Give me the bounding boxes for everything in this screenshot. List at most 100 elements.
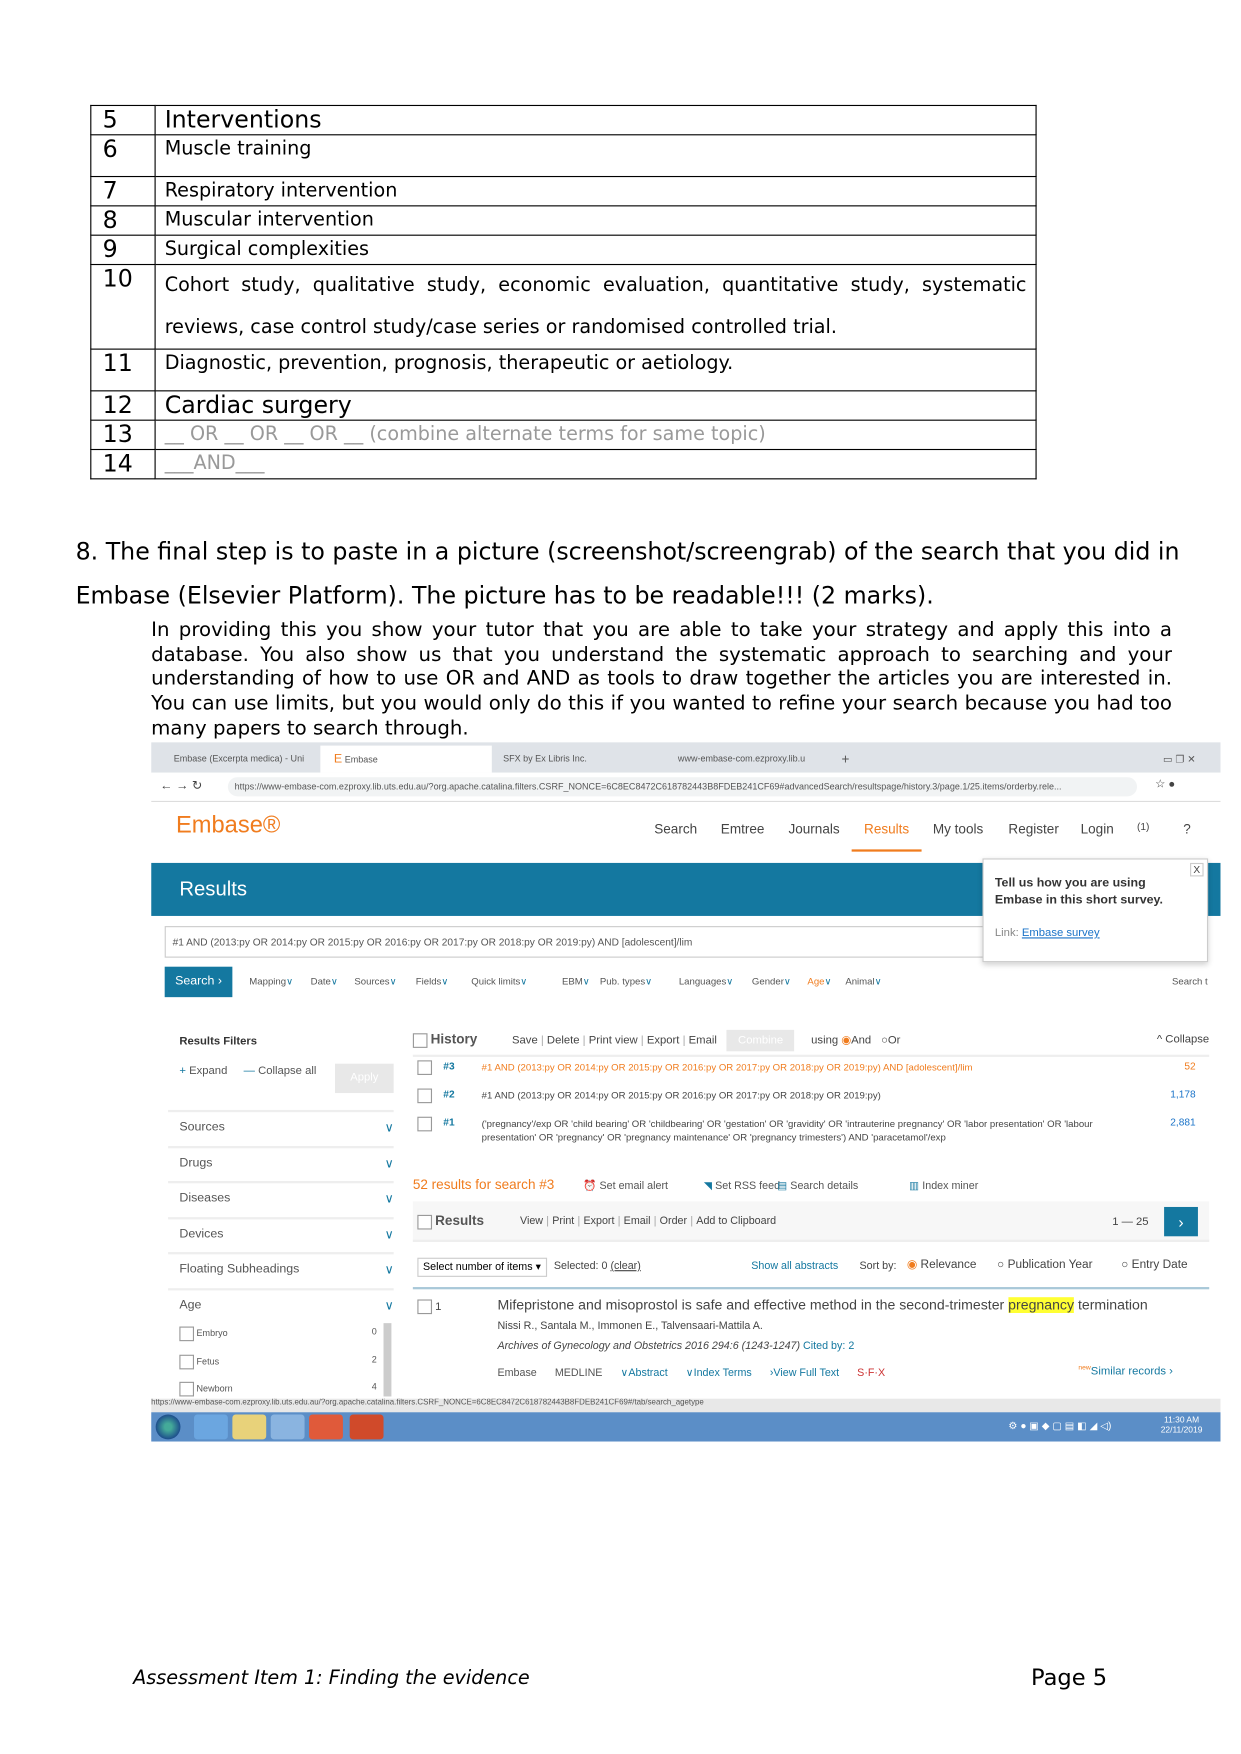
next-page-button[interactable]: › — [1164, 1206, 1198, 1237]
age-filter-item[interactable]: Newborn 4 — [179, 1381, 377, 1397]
record-title[interactable]: Mifepristone and misoprostol is safe and… — [497, 1297, 1148, 1313]
result-count-link[interactable]: 52 — [1184, 1060, 1195, 1071]
system-tray-icons[interactable]: ⚙ ● ▣ ◆ ▢ ▤ ◧ ◢ ◁) — [1008, 1420, 1111, 1432]
bookmark-star-icon[interactable]: ☆ ● — [1155, 778, 1175, 790]
checkbox[interactable] — [179, 1381, 195, 1397]
filter-age[interactable]: Age ∨ — [179, 1298, 393, 1313]
close-icon[interactable]: X — [1190, 862, 1204, 877]
nav-search[interactable]: Search — [654, 821, 697, 837]
limit-ebm[interactable]: EBM∨ — [562, 976, 590, 988]
result-count-link[interactable]: 1,178 — [1170, 1089, 1195, 1100]
history-action-save[interactable]: Save — [512, 1034, 538, 1046]
nav-results[interactable]: Results — [864, 821, 909, 837]
filter-floating-subheadings[interactable]: Floating Subheadings ∨ — [179, 1262, 393, 1277]
result-count-link[interactable]: 2,881 — [1170, 1117, 1195, 1128]
history-row-checkbox[interactable] — [417, 1088, 433, 1104]
powerpoint-icon[interactable] — [349, 1414, 384, 1440]
clock[interactable]: 11:30 AM 22/11/2019 — [1161, 1415, 1203, 1435]
results-action-order[interactable]: Order — [660, 1215, 687, 1227]
record-checkbox[interactable] — [417, 1299, 433, 1315]
history-action-print-view[interactable]: Print view — [589, 1034, 638, 1046]
expand-button[interactable]: + Expand — [179, 1065, 227, 1077]
browser-tab[interactable]: SFX by Ex Libris Inc. — [490, 746, 661, 773]
checkbox[interactable] — [179, 1326, 195, 1342]
results-action-email[interactable]: Email — [624, 1215, 651, 1227]
limit-languages[interactable]: Languages∨ — [679, 976, 733, 988]
cited-by-link[interactable]: Cited by: 2 — [803, 1340, 854, 1352]
browser-tab-active[interactable]: E Embase — [320, 745, 492, 773]
record-link[interactable]: S·F·X — [857, 1367, 885, 1379]
sort-publication-year-radio[interactable]: ○ Publication Year — [997, 1258, 1092, 1272]
query-input[interactable]: #1 AND (2013:py OR 2014:py OR 2015:py OR… — [164, 926, 998, 958]
limit-quick-limits[interactable]: Quick limits∨ — [471, 976, 527, 988]
record-link[interactable]: ∨Abstract — [621, 1367, 668, 1379]
media-player-icon[interactable] — [270, 1414, 305, 1440]
search-button[interactable]: Search › — [164, 966, 233, 998]
filter-devices[interactable]: Devices ∨ — [179, 1227, 393, 1242]
url-input[interactable]: https://www-embase-com.ezproxy.lib.uts.e… — [227, 777, 1138, 797]
age-filter-item[interactable]: Embryo 0 — [179, 1326, 377, 1342]
start-button-icon[interactable] — [155, 1414, 181, 1440]
filter-drugs[interactable]: Drugs ∨ — [179, 1156, 393, 1171]
nav-my-tools[interactable]: My tools — [933, 821, 983, 837]
nav-emtree[interactable]: Emtree — [721, 821, 765, 837]
action-set-email-alert[interactable]: ⏰ Set email alert — [583, 1180, 668, 1192]
collapse-button[interactable]: ^ Collapse — [1157, 1033, 1209, 1045]
sort-relevance-radio[interactable]: ◉ Relevance — [907, 1258, 977, 1272]
show-all-abstracts-link[interactable]: Show all abstracts — [751, 1260, 838, 1272]
help-icon[interactable]: ? — [1183, 821, 1191, 837]
window-controls[interactable]: ▭ ❐ ✕ — [1149, 746, 1196, 773]
filter-sources[interactable]: Sources ∨ — [179, 1120, 393, 1135]
filter-diseases[interactable]: Diseases ∨ — [179, 1191, 393, 1206]
internet-explorer-icon[interactable] — [194, 1414, 228, 1440]
action-index-miner[interactable]: ▥ Index miner — [909, 1180, 978, 1192]
limit-fields[interactable]: Fields∨ — [416, 976, 449, 988]
action-set-rss-feed[interactable]: ◥ Set RSS feed — [704, 1180, 780, 1192]
similar-records-link[interactable]: newSimilar records › — [1078, 1365, 1173, 1378]
checkbox[interactable] — [179, 1354, 195, 1369]
survey-link[interactable]: Embase survey — [1022, 927, 1100, 939]
combine-button[interactable]: Combine — [726, 1029, 795, 1052]
limit-sources[interactable]: Sources∨ — [354, 976, 396, 988]
history-checkbox[interactable] — [412, 1033, 428, 1048]
nav--1-[interactable]: (1) — [1137, 821, 1149, 832]
results-action-export[interactable]: Export — [583, 1215, 614, 1227]
limit-mapping[interactable]: Mapping∨ — [249, 976, 293, 988]
record-link[interactable]: ›View Full Text — [770, 1367, 839, 1379]
limit-date[interactable]: Date∨ — [311, 976, 338, 988]
results-action-add-to-clipboard[interactable]: Add to Clipboard — [696, 1215, 776, 1227]
history-action-delete[interactable]: Delete — [547, 1034, 580, 1046]
history-action-export[interactable]: Export — [647, 1034, 680, 1046]
results-checkbox[interactable] — [417, 1214, 433, 1230]
age-filter-item[interactable]: Fetus 2 — [179, 1354, 377, 1369]
embase-logo[interactable]: Embase® — [176, 812, 280, 839]
history-action-email[interactable]: Email — [689, 1034, 717, 1046]
chrome-icon[interactable] — [309, 1414, 343, 1440]
record-link[interactable]: ∨Index Terms — [686, 1367, 752, 1379]
action-search-details[interactable]: ▤ Search details — [777, 1180, 858, 1192]
clear-link[interactable]: (clear) — [610, 1260, 640, 1272]
results-action-view[interactable]: View — [520, 1215, 543, 1227]
search-tips-link[interactable]: Search t — [1172, 976, 1208, 987]
limit-age[interactable]: Age∨ — [807, 976, 831, 988]
items-per-page-select[interactable]: Select number of items ▾ — [417, 1257, 547, 1277]
nav-journals[interactable]: Journals — [788, 821, 839, 837]
collapse-all-button[interactable]: — Collapse all — [244, 1065, 317, 1077]
browser-tab[interactable]: Embase (Excerpta medica) - Uni — [160, 746, 326, 773]
limit-pub-types[interactable]: Pub. types∨ — [600, 976, 652, 988]
history-row-checkbox[interactable] — [417, 1116, 433, 1132]
apply-button[interactable]: Apply — [335, 1063, 394, 1094]
results-action-print[interactable]: Print — [552, 1215, 574, 1227]
file-explorer-icon[interactable] — [232, 1414, 267, 1440]
nav-login[interactable]: Login — [1081, 821, 1114, 837]
sort-entry-date-radio[interactable]: ○ Entry Date — [1121, 1258, 1187, 1272]
limit-gender[interactable]: Gender∨ — [752, 976, 791, 988]
new-tab-button[interactable]: + — [828, 746, 849, 773]
limit-animal[interactable]: Animal∨ — [845, 976, 881, 988]
nav-register[interactable]: Register — [1008, 821, 1058, 837]
and-radio[interactable]: ◉ — [841, 1034, 851, 1046]
filter-scrollbar[interactable] — [383, 1323, 392, 1397]
nav-arrows-icon[interactable]: ← → ↻ — [160, 778, 202, 793]
browser-tab[interactable]: www-embase-com.ezproxy.lib.u — [664, 746, 835, 773]
history-row-checkbox[interactable] — [417, 1060, 433, 1075]
